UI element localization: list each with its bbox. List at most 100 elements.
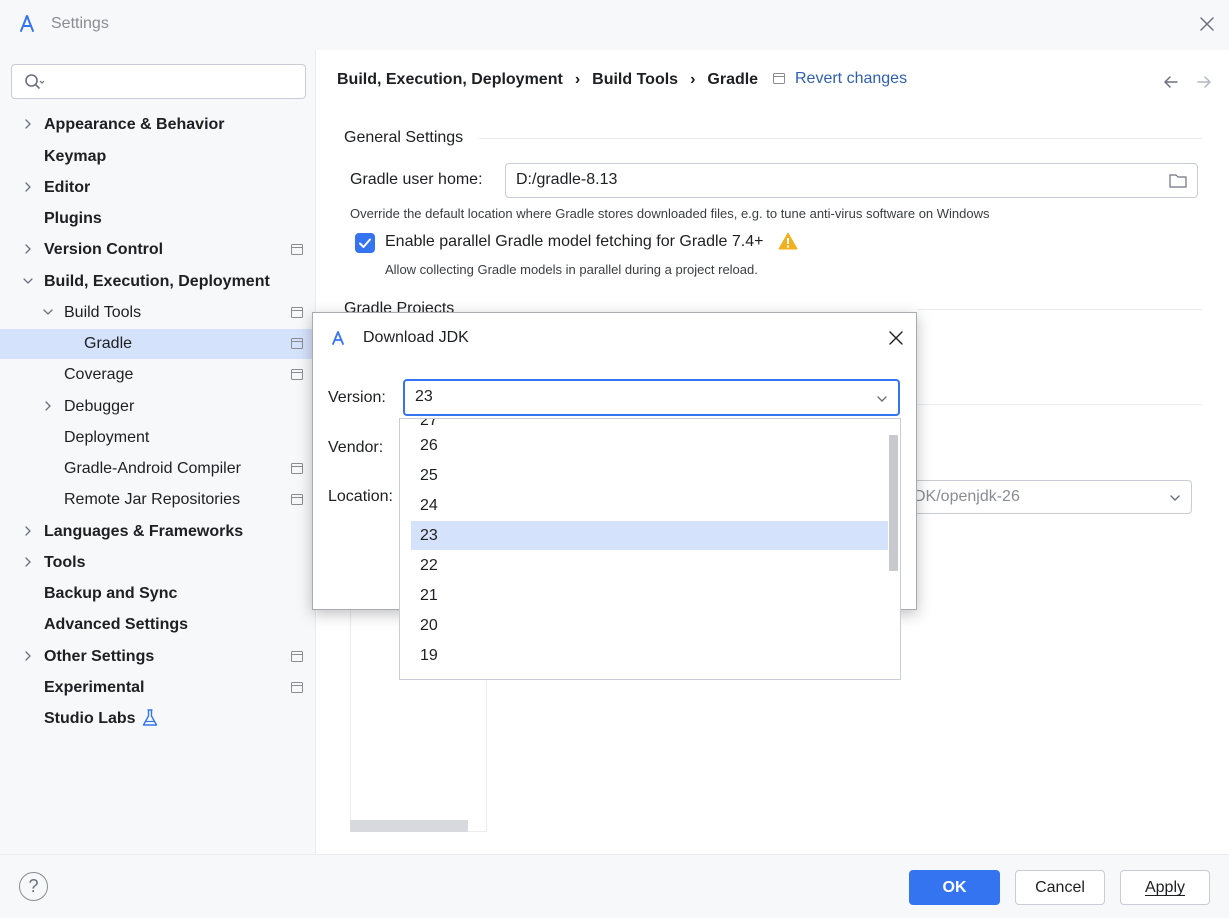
close-icon[interactable] (1196, 13, 1218, 35)
version-option[interactable]: 23 (411, 521, 889, 550)
sidebar-item[interactable]: Build Tools (0, 298, 316, 328)
sidebar-item-label: Other Settings (44, 648, 155, 665)
version-option[interactable]: 19 (411, 641, 889, 670)
flask-icon (142, 709, 158, 726)
back-arrow-icon[interactable] (1161, 72, 1181, 92)
sidebar-item[interactable]: Remote Jar Repositories (0, 485, 316, 515)
parallel-fetching-hint: Allow collecting Gradle models in parall… (385, 262, 758, 277)
gradle-home-value: D:/gradle-8.13 (516, 171, 618, 188)
sidebar-item[interactable]: Experimental (0, 673, 316, 703)
android-studio-icon (20, 15, 34, 32)
sidebar-item-label: Plugins (44, 210, 102, 227)
sidebar-item[interactable]: Keymap (0, 142, 316, 172)
breadcrumb-item: Gradle (707, 71, 759, 88)
android-studio-icon (332, 331, 344, 345)
gradle-jdk-combo[interactable]: DK/openjdk-26 (905, 480, 1192, 514)
title-bar: Settings (0, 0, 1229, 50)
version-option[interactable]: 21 (411, 581, 889, 610)
version-option[interactable]: 26 (411, 431, 889, 460)
breadcrumb-item[interactable]: Build Tools (592, 71, 678, 88)
sidebar-item-label: Tools (44, 554, 86, 571)
sidebar-item[interactable]: Deployment (0, 423, 316, 453)
ok-button[interactable]: OK (909, 870, 1000, 905)
project-scope-icon (291, 494, 303, 505)
sidebar-item-label: Advanced Settings (44, 616, 189, 633)
breadcrumb: Build, Execution, Deployment › Build Tools… (337, 71, 758, 89)
sidebar-item[interactable]: Version Control (0, 235, 316, 265)
project-scope-icon (291, 338, 303, 349)
sidebar-item[interactable]: Coverage (0, 360, 316, 390)
chevron-right-icon[interactable] (22, 650, 34, 662)
breadcrumb-item[interactable]: Build, Execution, Deployment (337, 71, 563, 88)
sidebar-item[interactable]: Gradle (0, 329, 316, 359)
search-icon (25, 74, 44, 89)
general-settings-title: General Settings (344, 129, 464, 146)
sidebar-item[interactable]: Tools (0, 548, 316, 578)
project-scope-icon (291, 369, 303, 380)
project-scope-icon (291, 682, 303, 693)
scrollbar-thumb[interactable] (889, 435, 898, 571)
chevron-down-icon[interactable] (42, 306, 54, 318)
sidebar-item[interactable]: Backup and Sync (0, 579, 316, 609)
sidebar-item[interactable]: Studio Labs (0, 704, 316, 734)
sidebar-item-label: Languages & Frameworks (44, 523, 244, 540)
chevron-down-icon[interactable] (22, 275, 34, 287)
forward-arrow-icon[interactable] (1194, 72, 1214, 92)
horizontal-scrollbar[interactable] (350, 820, 468, 832)
dialog-footer: ? OK Cancel Apply (0, 854, 1229, 918)
chevron-right-icon[interactable] (22, 525, 34, 537)
version-combo[interactable]: 23 (403, 379, 900, 416)
sidebar-item-label: Studio Labs (44, 710, 136, 727)
sidebar-item[interactable]: Languages & Frameworks (0, 517, 316, 547)
chevron-right-icon[interactable] (22, 118, 34, 130)
chevron-right-icon[interactable] (22, 181, 34, 193)
sidebar-item[interactable]: Plugins (0, 204, 316, 234)
help-button[interactable]: ? (19, 872, 48, 901)
version-option[interactable]: 22 (411, 551, 889, 580)
parallel-fetching-label: Enable parallel Gradle model fetching fo… (385, 233, 764, 250)
sidebar-item-label: Debugger (64, 398, 135, 415)
chevron-right-icon[interactable] (22, 556, 34, 568)
apply-button[interactable]: Apply (1120, 870, 1210, 905)
breadcrumb-separator: › (690, 71, 696, 88)
folder-icon[interactable] (1169, 172, 1187, 188)
dialog-title: Download JDK (363, 329, 469, 346)
sidebar-item-label: Gradle (84, 335, 133, 352)
close-icon[interactable] (887, 329, 905, 347)
sidebar-item[interactable]: Appearance & Behavior (0, 110, 316, 140)
chevron-right-icon[interactable] (22, 243, 34, 255)
parallel-fetching-checkbox[interactable] (355, 233, 375, 253)
sidebar-item-label: Gradle-Android Compiler (64, 460, 241, 477)
version-dropdown-list: 27 26 25 24 23 22 21 20 19 (399, 418, 901, 680)
sidebar-item-label: Version Control (44, 241, 164, 258)
search-input[interactable] (11, 64, 306, 99)
gradle-home-hint: Override the default location where Grad… (350, 206, 990, 221)
version-option[interactable]: 24 (411, 491, 889, 520)
sidebar-item[interactable]: Gradle-Android Compiler (0, 454, 316, 484)
sidebar-item[interactable]: Other Settings (0, 642, 316, 672)
version-option[interactable]: 25 (411, 461, 889, 490)
window-title: Settings (51, 15, 109, 32)
sidebar-item[interactable]: Debugger (0, 392, 316, 422)
chevron-down-icon (877, 396, 887, 402)
section-divider (479, 138, 1202, 139)
version-option[interactable]: 20 (411, 611, 889, 640)
sidebar-item[interactable]: Build, Execution, Deployment (0, 267, 316, 297)
sidebar-item[interactable]: Editor (0, 173, 316, 203)
sidebar-item-label: Editor (44, 179, 91, 196)
location-label: Location: (328, 488, 393, 505)
revert-label: Revert changes (795, 70, 908, 87)
gradle-home-field[interactable]: D:/gradle-8.13 (505, 163, 1198, 198)
chevron-right-icon[interactable] (42, 400, 54, 412)
revert-changes-link[interactable]: Revert changes (773, 70, 907, 88)
sidebar-item[interactable]: Advanced Settings (0, 610, 316, 640)
sidebar-item-label: Build Tools (64, 304, 142, 321)
sidebar-item-label: Build, Execution, Deployment (44, 273, 270, 290)
checkmark-icon (359, 238, 371, 248)
cancel-button[interactable]: Cancel (1015, 870, 1105, 905)
breadcrumb-separator: › (574, 71, 581, 88)
settings-sidebar: Appearance & Behavior Keymap Editor Plugins… (0, 50, 316, 854)
project-scope-icon (291, 463, 303, 474)
vendor-label: Vendor: (328, 439, 384, 456)
sidebar-item-label: Backup and Sync (44, 585, 178, 602)
